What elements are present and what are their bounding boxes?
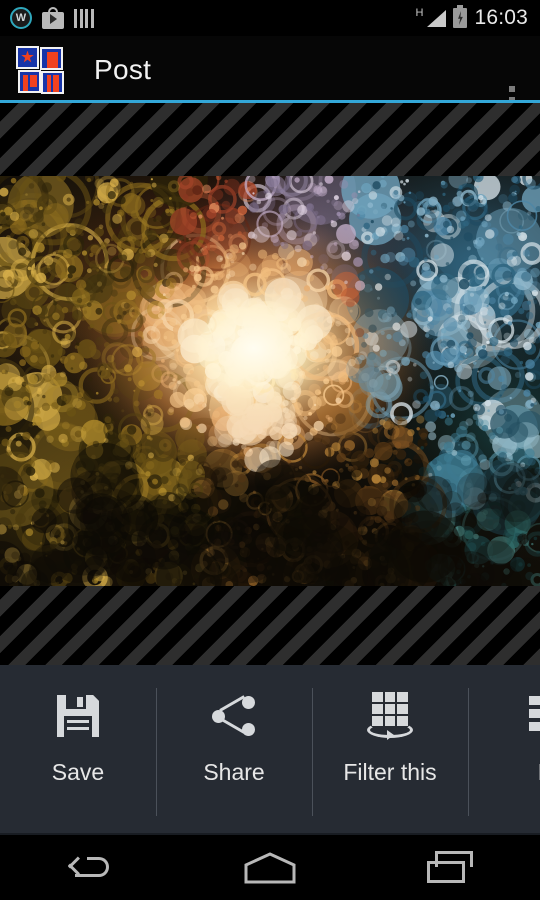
toolbar-divider [312, 688, 313, 816]
app-logo-icon[interactable] [16, 45, 64, 94]
system-navigation-bar [0, 833, 540, 900]
filter-grid-rotate-icon [367, 685, 413, 747]
home-icon [243, 851, 297, 883]
action-bar: Post [0, 36, 540, 129]
page-title: Post [94, 53, 152, 85]
toolbar-divider [468, 688, 469, 816]
status-notification-icons: W [0, 7, 94, 29]
toolbar-label-save: Save [51, 759, 105, 785]
android-screen: W H 16:03 Post Save Share Filter this [0, 0, 540, 900]
battery-charging-icon [453, 5, 468, 28]
photo-preview[interactable] [0, 176, 540, 586]
toolbar-label-filter-this: Filter this [343, 759, 437, 785]
toolbar-item-share[interactable]: Share [156, 665, 312, 833]
network-type-label: H [415, 7, 424, 19]
whatsapp-notification-icon: W [10, 7, 32, 29]
status-bar: W H 16:03 [0, 0, 540, 36]
nav-back-button[interactable] [30, 833, 150, 900]
barcode-notification-icon [74, 8, 94, 28]
list-lines-icon [529, 685, 540, 747]
action-toolbar: Save Share Filter this [0, 665, 540, 833]
share-nodes-icon [212, 685, 256, 747]
back-arrow-icon [67, 852, 113, 882]
signal-bars-icon [427, 9, 447, 27]
play-store-icon [42, 7, 64, 29]
nav-home-button[interactable] [210, 833, 330, 900]
toolbar-label-share: Share [203, 759, 265, 785]
status-system-icons: H 16:03 [415, 5, 540, 30]
toolbar-item-next[interactable]: N [468, 665, 540, 833]
save-floppy-icon [57, 685, 99, 747]
nav-recents-button[interactable] [390, 833, 510, 900]
toolbar-item-filter-this[interactable]: Filter this [312, 665, 468, 833]
toolbar-item-save[interactable]: Save [0, 665, 156, 833]
toolbar-divider [156, 688, 157, 816]
recent-apps-icon [427, 850, 473, 883]
photo-artwork [0, 176, 540, 586]
clock-time: 16:03 [474, 6, 528, 29]
